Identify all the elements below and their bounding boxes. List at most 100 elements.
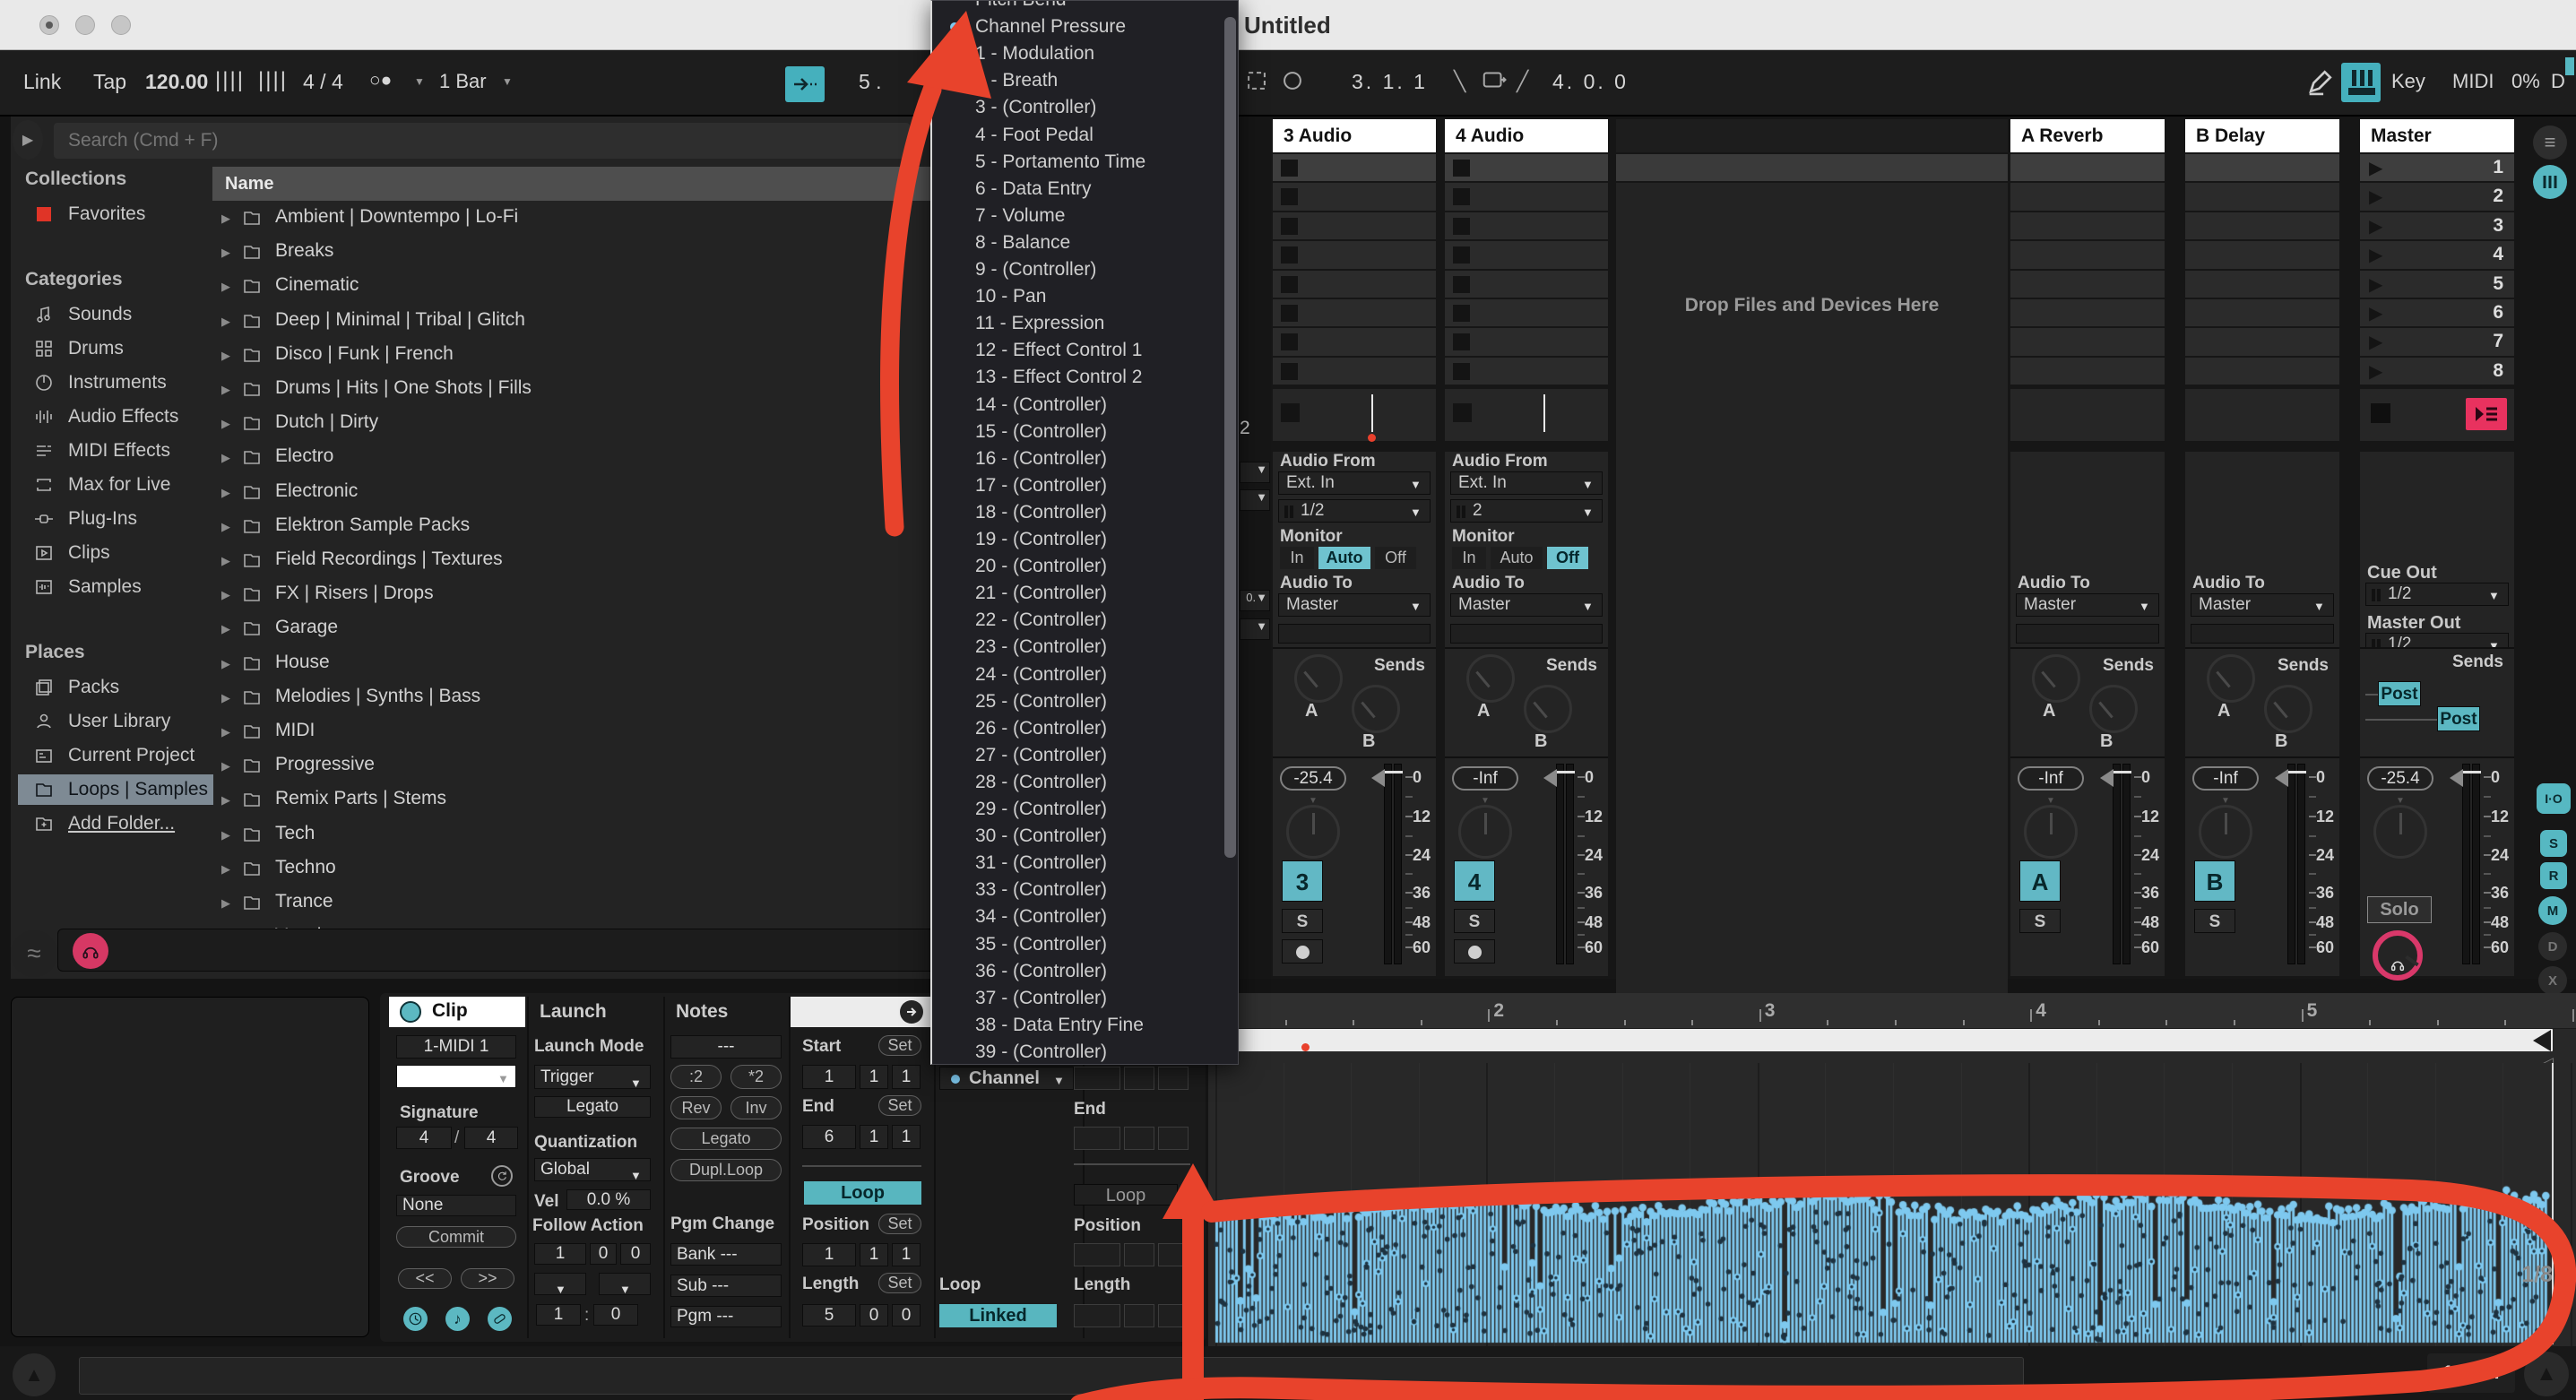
menu-item[interactable]: 39 - (Controller) [932, 1039, 1228, 1065]
start-bars[interactable]: 1 [802, 1065, 856, 1089]
follow-action-time-sixteenths[interactable]: 0 [620, 1243, 651, 1265]
clip-stop-button[interactable] [1453, 276, 1470, 293]
track-delay-field[interactable] [1278, 624, 1431, 644]
track-header[interactable]: 4 Audio [1445, 119, 1608, 152]
end-set-button[interactable]: Set [878, 1095, 921, 1116]
loop-length-field[interactable]: 4. 0. 0 [1552, 70, 1629, 94]
browser-collapse-button[interactable]: ▶ [13, 120, 43, 160]
sidebar-item-samples[interactable]: Samples [18, 572, 213, 602]
menu-item[interactable]: 28 - (Controller) [932, 769, 1228, 796]
midi-map-button[interactable]: MIDI [2452, 70, 2494, 93]
scene-slot[interactable]: ▶5 [2360, 271, 2514, 298]
level-meter-bar[interactable] [2297, 764, 2305, 964]
clip-color-chooser[interactable]: ▼ [396, 1065, 516, 1088]
quantization-chevron-icon[interactable]: ▼ [502, 75, 513, 88]
menu-item[interactable]: 36 - (Controller) [932, 958, 1228, 985]
clip-color-swatch[interactable] [400, 1001, 421, 1023]
arm-record-button[interactable] [1282, 939, 1323, 964]
tab-clip[interactable]: Clip [389, 997, 525, 1027]
solo-button[interactable]: S [1282, 909, 1323, 933]
song-position-field[interactable]: 3. 1. 1 [1352, 70, 1428, 94]
follow-action-a-chooser[interactable]: ▼ [534, 1273, 586, 1295]
output-chooser[interactable]: Master▼ [2191, 593, 2334, 617]
sidebar-item-loops-samples[interactable]: Loops | Samples [18, 774, 213, 805]
clip-slot[interactable] [2010, 328, 2165, 355]
position-set-button[interactable]: Set [878, 1214, 921, 1234]
stop-all-clips-button[interactable] [2371, 403, 2390, 423]
expand-triangle-icon[interactable]: ▶ [221, 349, 230, 363]
volume-value-badge[interactable]: -25.4 [2367, 766, 2433, 791]
launch-mode-chooser[interactable]: Trigger▼ [534, 1065, 651, 1089]
follow-action-b-chooser[interactable]: ▼ [599, 1273, 651, 1295]
draw-mode-icon[interactable] [2305, 66, 2336, 101]
volume-handle-icon[interactable] [1543, 769, 1557, 787]
menu-item[interactable]: 19 - (Controller) [932, 526, 1228, 553]
menu-item[interactable]: 26 - (Controller) [932, 715, 1228, 742]
clip-slot[interactable] [2185, 183, 2339, 210]
menu-item[interactable]: 15 - (Controller) [932, 419, 1228, 445]
clip-name-field[interactable]: 1-MIDI 1 [396, 1035, 516, 1059]
expand-triangle-icon[interactable]: ▶ [221, 896, 230, 911]
expand-triangle-icon[interactable]: ▶ [221, 622, 230, 636]
menu-item[interactable]: 5 - Portamento Time [932, 149, 1228, 176]
browser-hide-icon[interactable]: ≈ [11, 930, 57, 977]
reverse-button[interactable]: Rev [670, 1096, 722, 1119]
send-a-post-button[interactable]: Post [2378, 681, 2421, 706]
output-chooser[interactable]: Master▼ [1278, 593, 1431, 617]
menu-item[interactable]: 23 - (Controller) [932, 634, 1228, 661]
level-meter-bar[interactable] [1394, 764, 1402, 964]
track-header[interactable]: Master [2360, 119, 2514, 152]
sidebar-item-max-for-live[interactable]: Max for Live [18, 470, 213, 500]
clip-slot[interactable] [1445, 212, 1608, 239]
computer-midi-keyboard-button[interactable] [2341, 63, 2381, 102]
menu-item[interactable]: 35 - (Controller) [932, 931, 1228, 958]
menu-item[interactable]: 7 - Volume [932, 203, 1228, 229]
clip-stop-button[interactable] [1453, 188, 1470, 205]
sidebar-item-audio-effects[interactable]: Audio Effects [18, 402, 213, 432]
scene-slot[interactable]: ▶1 [2360, 154, 2514, 181]
next-clip-button[interactable]: >> [461, 1268, 514, 1289]
menu-item[interactable]: 31 - (Controller) [932, 850, 1228, 877]
input-type-chooser[interactable]: Ext. In▼ [1450, 471, 1603, 495]
follow-chance-b[interactable]: 0 [593, 1304, 638, 1326]
send-b-knob[interactable] [2089, 685, 2138, 733]
scene-slot[interactable]: ▶3 [2360, 212, 2514, 239]
clip-slot[interactable] [2010, 271, 2165, 298]
scene-play-icon[interactable]: ▶ [2369, 302, 2382, 324]
level-meter-bar[interactable] [2462, 764, 2470, 964]
traffic-light-zoom-button[interactable] [111, 15, 131, 35]
velocity-field[interactable]: 0.0 % [566, 1189, 651, 1210]
monitor-off-button[interactable]: Off [1375, 547, 1416, 569]
envelope-value-box[interactable] [1158, 1127, 1189, 1150]
follow-action-time-bars[interactable]: 1 [534, 1243, 586, 1265]
menu-item[interactable]: 17 - (Controller) [932, 472, 1228, 499]
expand-triangle-icon[interactable]: ▶ [221, 486, 230, 500]
volume-handle-icon[interactable] [2100, 769, 2114, 787]
clip-stop-button[interactable] [1453, 363, 1470, 380]
notification-button[interactable]: ▲ [2524, 1352, 2569, 1396]
send-a-knob[interactable] [1294, 654, 1343, 703]
clip-slot[interactable] [2010, 154, 2165, 181]
menu-item[interactable]: 25 - (Controller) [932, 688, 1228, 715]
clip-slot[interactable] [2185, 358, 2339, 385]
scene-slot[interactable]: ▶8 [2360, 358, 2514, 385]
expand-triangle-icon[interactable]: ▶ [221, 588, 230, 602]
track2-sliver-chooser[interactable]: ▼ [1240, 489, 1270, 511]
clip-stop-button[interactable] [1453, 218, 1470, 235]
punch-bracket-icon[interactable] [1244, 68, 1269, 98]
arrangement-position-field[interactable]: 5 . [859, 70, 882, 94]
sidebar-item-packs[interactable]: Packs [18, 672, 213, 703]
clip-slot[interactable] [2010, 299, 2165, 326]
clip-stop-button[interactable] [1281, 333, 1298, 350]
clip-stop-button[interactable] [1281, 276, 1298, 293]
menu-item[interactable]: Pitch Bend [932, 0, 1228, 13]
start-sixteenths[interactable]: 1 [892, 1065, 921, 1089]
track-activator-button[interactable]: B [2194, 860, 2235, 902]
delay-section-toggle[interactable]: D [2538, 932, 2567, 961]
solo-button[interactable]: S [2019, 909, 2061, 933]
groove-chooser[interactable]: None [396, 1195, 516, 1216]
note-mode-button[interactable]: ♪ [445, 1307, 470, 1331]
clip-stop-button[interactable] [1453, 305, 1470, 322]
menu-item[interactable]: 18 - (Controller) [932, 499, 1228, 526]
cc-envelope-canvas[interactable] [1214, 1063, 2551, 1346]
